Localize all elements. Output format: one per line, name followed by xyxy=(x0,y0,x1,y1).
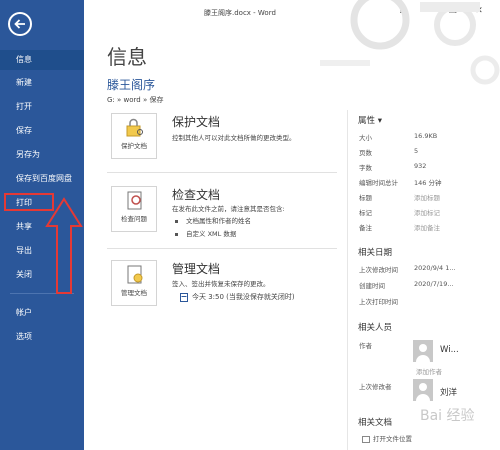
prop-key: 字数 xyxy=(359,164,372,172)
nav-save-as[interactable]: 另存为 xyxy=(0,145,84,165)
add-title-field[interactable]: 添加标题 xyxy=(414,192,440,202)
add-comments-field[interactable]: 添加备注 xyxy=(414,222,440,232)
back-button[interactable] xyxy=(8,12,32,36)
prop-key: 标题 xyxy=(359,194,372,202)
folder-icon xyxy=(362,436,370,443)
protect-description: 控制其他人可以对此文档所做的更改类型。 xyxy=(172,134,296,142)
protect-document-button[interactable]: 保护文档 xyxy=(111,113,157,159)
author-avatar xyxy=(413,340,433,362)
author-name[interactable]: Wi... xyxy=(440,345,459,355)
prop-value: 932 xyxy=(414,162,427,170)
related-people-header: 相关人员 xyxy=(358,323,393,333)
protect-button-label: 保护文档 xyxy=(121,142,147,150)
background-decoration xyxy=(320,0,500,85)
nav-info[interactable]: 信息 xyxy=(0,50,84,70)
manage-document-button[interactable]: 管理文档 xyxy=(111,260,157,306)
check-issues-label: 检查问题 xyxy=(121,215,147,223)
prop-key: 备注 xyxy=(359,224,372,232)
prop-key: 上次修改时间 xyxy=(359,266,398,274)
inspect-bullet-text: 文档属性和作者的姓名 xyxy=(186,217,251,225)
lock-key-icon xyxy=(126,118,143,137)
manage-title: 管理文档 xyxy=(172,262,221,276)
prop-key: 创建时间 xyxy=(359,282,385,290)
related-dates-header: 相关日期 xyxy=(358,248,393,258)
add-author-link[interactable]: 添加作者 xyxy=(416,366,442,376)
autosave-version-link[interactable]: 今天 3:50 (当我没保存就关闭时) xyxy=(180,292,295,302)
inspect-bullet: 文档属性和作者的姓名 xyxy=(175,215,251,225)
red-up-arrow-icon xyxy=(45,197,83,294)
section-divider xyxy=(107,248,337,249)
properties-divider xyxy=(347,110,348,450)
nav-save[interactable]: 保存 xyxy=(0,121,84,141)
prop-key: 编辑时间总计 xyxy=(359,179,398,187)
related-documents-header: 相关文档 xyxy=(358,418,393,428)
prop-value: 2020/7/19... xyxy=(414,280,454,288)
inspect-description: 在发布此文件之前，请注意其是否包含: xyxy=(172,205,285,213)
document-path[interactable]: G: » word » 保存 xyxy=(107,95,163,105)
open-file-location-link[interactable]: 打开文件位置 xyxy=(362,433,412,443)
prop-key: 大小 xyxy=(359,134,372,142)
nav-options[interactable]: 选项 xyxy=(0,327,84,347)
window-title: 滕王阁序.docx - Word xyxy=(204,9,276,17)
manage-document-icon xyxy=(127,265,143,284)
prop-key: 上次打印时间 xyxy=(359,298,398,306)
section-divider xyxy=(107,172,337,173)
last-modified-by-name[interactable]: 刘洋 xyxy=(440,386,457,398)
check-issues-button[interactable]: 检查问题 xyxy=(111,186,157,232)
properties-header[interactable]: 属性 ▾ xyxy=(358,114,382,126)
inspect-title: 检查文档 xyxy=(172,188,221,202)
nav-account[interactable]: 帐户 xyxy=(0,303,84,323)
author-label: 作者 xyxy=(359,342,372,350)
last-modified-by-label: 上次修改者 xyxy=(359,383,392,391)
person-icon xyxy=(416,344,430,362)
nav-new[interactable]: 新建 xyxy=(0,73,84,93)
prop-key: 标记 xyxy=(359,209,372,217)
inspect-document-icon xyxy=(127,191,142,210)
prop-value: 2020/9/4 1... xyxy=(414,264,456,272)
add-tags-field[interactable]: 添加标记 xyxy=(414,207,440,217)
protect-title: 保护文档 xyxy=(172,115,221,129)
baidu-watermark: Bai 经验 xyxy=(420,408,475,424)
back-arrow-icon xyxy=(14,19,25,29)
inspect-bullet: 自定义 XML 数据 xyxy=(175,228,236,238)
open-file-location-text: 打开文件位置 xyxy=(373,435,412,443)
prop-value: 16.9KB xyxy=(414,132,438,140)
autosave-version-text: 今天 3:50 (当我没保存就关闭时) xyxy=(192,293,295,301)
document-name: 滕王阁序 xyxy=(107,78,156,92)
properties-header-text: 属性 xyxy=(358,116,376,126)
person-icon xyxy=(416,383,430,401)
prop-value: 5 xyxy=(414,147,419,155)
nav-save-baidu[interactable]: 保存到百度网盘 xyxy=(0,169,84,189)
modifier-avatar xyxy=(413,379,433,401)
inspect-bullet-text: 自定义 XML 数据 xyxy=(186,230,237,238)
page-title: 信息 xyxy=(107,45,147,69)
prop-value: 146 分钟 xyxy=(414,179,442,187)
nav-open[interactable]: 打开 xyxy=(0,97,84,117)
manage-button-label: 管理文档 xyxy=(121,289,147,297)
prop-key: 页数 xyxy=(359,149,372,157)
manage-description: 签入、签出并恢复未保存的更改。 xyxy=(172,280,270,288)
document-version-icon xyxy=(180,292,188,302)
